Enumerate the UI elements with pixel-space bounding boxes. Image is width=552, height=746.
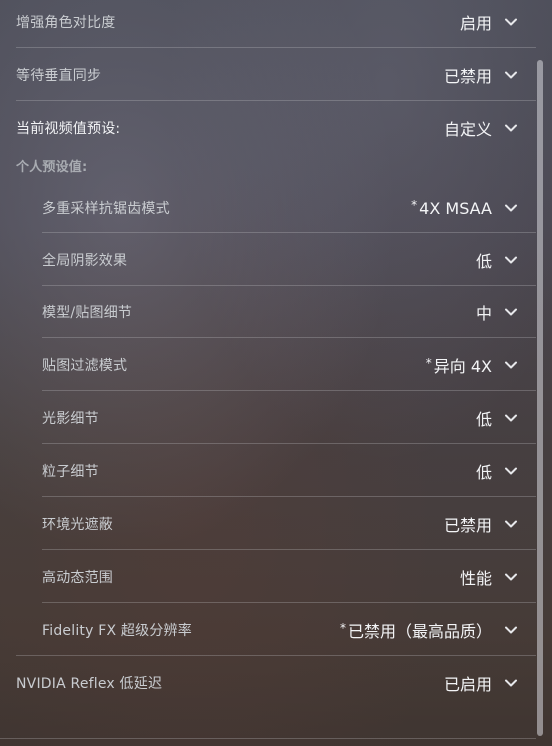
chevron-down-icon [504,464,518,478]
setting-value: 低 [475,463,492,482]
chevron-down-icon [504,570,518,584]
setting-label: 等待垂直同步 [16,68,102,84]
custom-preset-section-header: 个人预设值: [16,154,536,176]
setting-label: 贴图过滤模式 [42,358,128,374]
divider [42,443,536,444]
setting-particle-detail[interactable]: 粒子细节 低 [42,457,536,485]
divider [42,496,536,497]
setting-value: 4X MSAA [411,199,492,218]
setting-label: 粒子细节 [42,464,99,480]
setting-model-texture[interactable]: 模型/贴图细节 中 [42,298,536,326]
setting-ambient-occlusion[interactable]: 环境光遮蔽 已禁用 [42,510,536,538]
setting-fidelity-fx[interactable]: Fidelity FX 超级分辨率 已禁用（最高品质） [42,616,536,644]
setting-dropdown[interactable]: 已禁用 [444,63,536,87]
setting-label: 当前视频值预设: [16,121,121,137]
setting-value: 自定义 [443,120,492,139]
setting-dropdown[interactable]: 性能 [460,565,536,589]
setting-label: 环境光遮蔽 [42,517,113,533]
chevron-down-icon [504,411,518,425]
setting-value: 启用 [459,14,492,33]
chevron-down-icon [504,517,518,531]
divider [42,602,536,603]
video-settings-panel: 增强角色对比度 启用 等待垂直同步 已禁用 当前视频值预设: 自定义 个人预设值… [0,0,536,746]
divider [16,100,536,101]
setting-value: 已禁用 [443,67,492,86]
setting-hdr[interactable]: 高动态范围 性能 [42,563,536,591]
setting-value: 低 [475,410,492,429]
setting-dropdown[interactable]: 低 [476,406,536,430]
chevron-down-icon [504,676,518,690]
setting-label: 高动态范围 [42,570,113,586]
chevron-down-icon [504,68,518,82]
setting-texture-filter[interactable]: 贴图过滤模式 异向 4X [42,351,536,379]
setting-label: 全局阴影效果 [42,253,128,269]
setting-dropdown[interactable]: 低 [476,459,536,483]
setting-nvidia-reflex[interactable]: NVIDIA Reflex 低延迟 已启用 [16,669,536,697]
setting-msaa[interactable]: 多重采样抗锯齿模式 4X MSAA [42,194,536,222]
divider [42,337,536,338]
divider [42,285,536,286]
setting-value: 已禁用（最高品质） [340,618,492,642]
setting-label: 光影细节 [42,411,99,427]
setting-dropdown[interactable]: 启用 [460,10,536,34]
setting-enhance-contrast[interactable]: 增强角色对比度 启用 [16,8,536,36]
chevron-down-icon [504,305,518,319]
setting-dropdown[interactable]: 已禁用 [444,512,536,536]
chevron-down-icon [504,201,518,215]
setting-label: 多重采样抗锯齿模式 [42,201,170,217]
setting-value: 已禁用 [443,516,492,535]
chevron-down-icon [504,253,518,267]
setting-dropdown[interactable]: 已禁用（最高品质） [340,618,536,642]
setting-dropdown[interactable]: 4X MSAA [411,199,536,218]
setting-label: 模型/贴图细节 [42,305,133,321]
divider [42,549,536,550]
vertical-scrollbar[interactable] [537,60,543,736]
setting-current-preset[interactable]: 当前视频值预设: 自定义 [16,114,536,142]
setting-value: 性能 [459,569,492,588]
setting-dropdown[interactable]: 中 [476,300,536,324]
setting-shader-detail[interactable]: 光影细节 低 [42,404,536,432]
setting-label: 增强角色对比度 [16,15,116,31]
setting-label: Fidelity FX 超级分辨率 [42,623,192,639]
divider [16,47,536,48]
setting-value: 已启用 [443,675,492,694]
setting-dropdown[interactable]: 低 [476,248,536,272]
setting-value: 异向 4X [426,353,492,377]
chevron-down-icon [504,623,518,637]
setting-dropdown[interactable]: 已启用 [444,671,536,695]
chevron-down-icon [504,121,518,135]
setting-dropdown[interactable]: 异向 4X [426,353,536,377]
divider [0,738,536,739]
section-title: 个人预设值: [16,159,88,175]
chevron-down-icon [504,358,518,372]
setting-label: NVIDIA Reflex 低延迟 [16,676,163,692]
setting-vsync[interactable]: 等待垂直同步 已禁用 [16,61,536,89]
setting-dropdown[interactable]: 自定义 [444,116,536,140]
setting-value: 低 [475,252,492,271]
setting-shadows[interactable]: 全局阴影效果 低 [42,246,536,274]
chevron-down-icon [504,15,518,29]
divider [42,232,536,233]
divider [16,655,536,656]
setting-value: 中 [475,304,492,323]
divider [42,390,536,391]
